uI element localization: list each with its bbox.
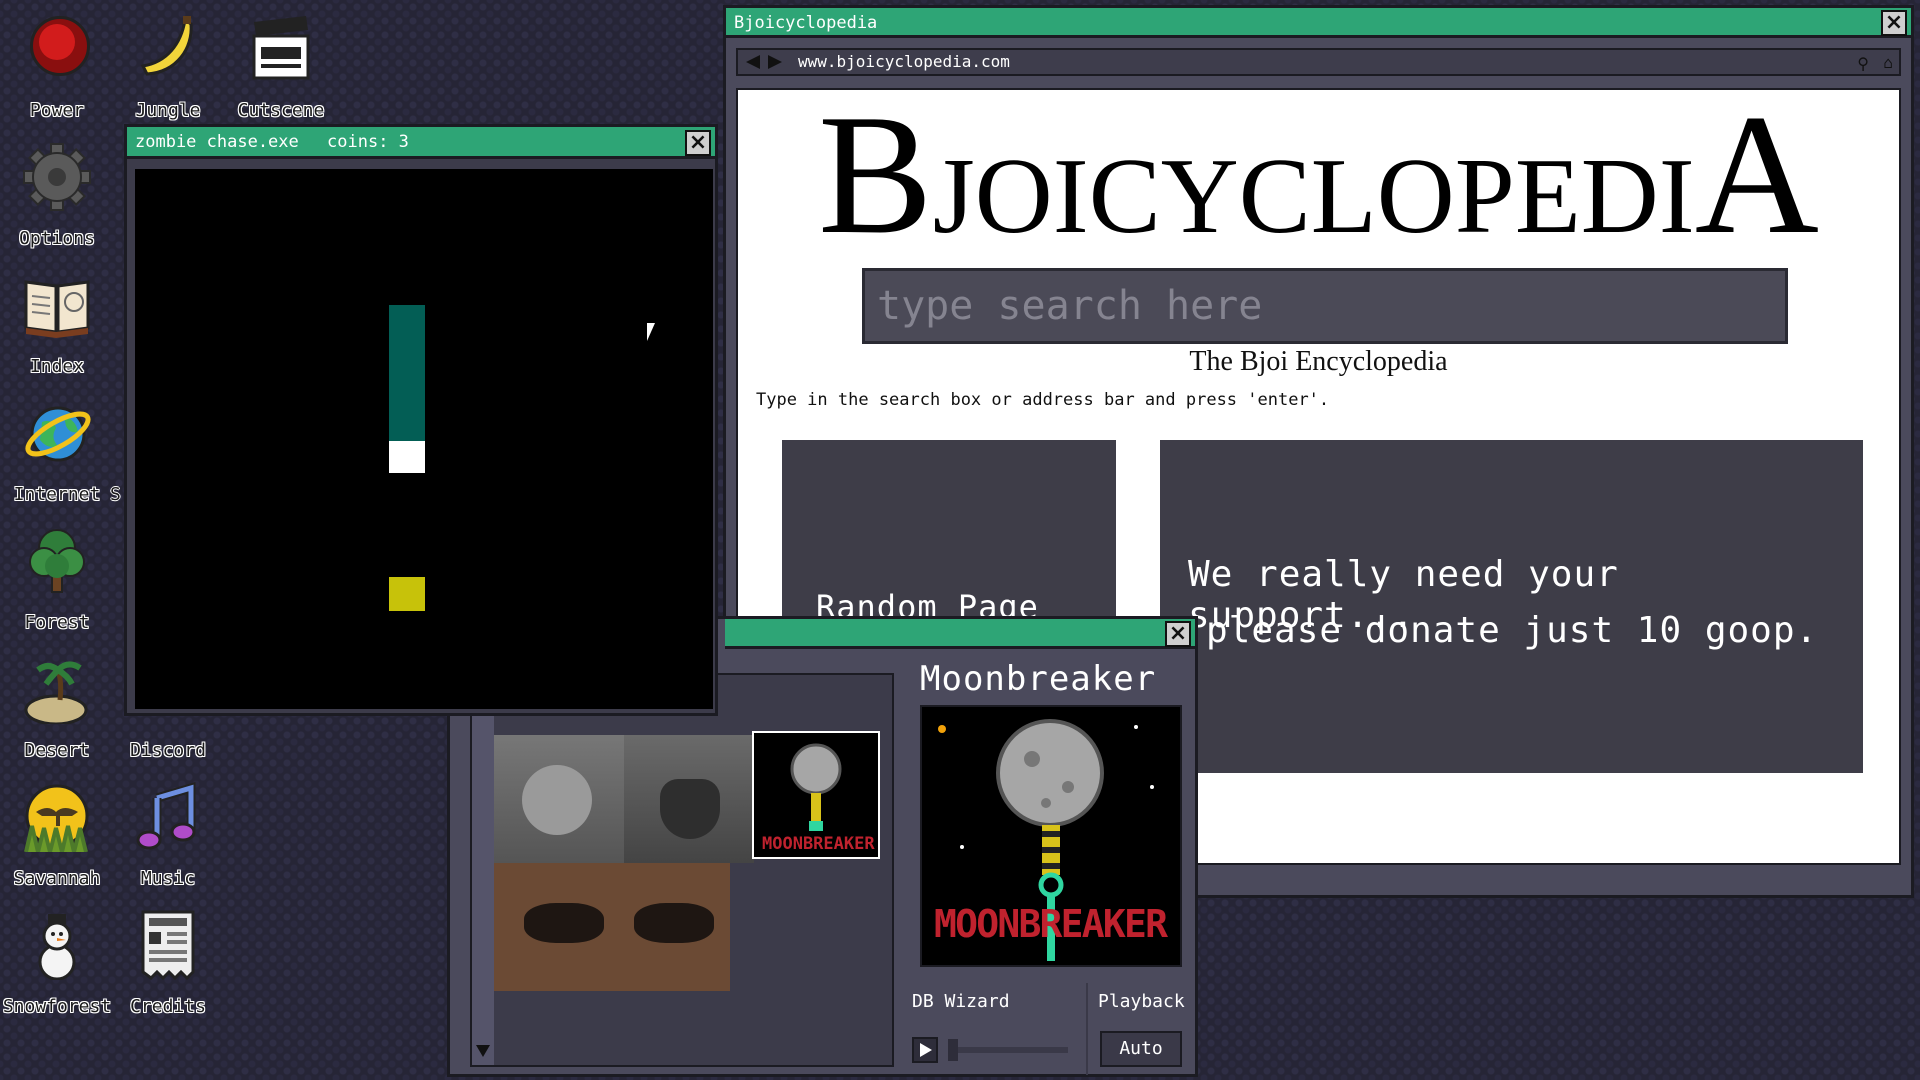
playback-divider <box>1086 983 1088 1075</box>
desktop-icon-snowforest[interactable]: Snowforest <box>2 910 112 1017</box>
browser-close-button[interactable]: × <box>1881 10 1907 36</box>
desktop-icon-label: Savannah <box>13 868 101 889</box>
playback-label: Playback <box>1098 991 1185 1012</box>
volume-slider-handle[interactable] <box>948 1039 958 1061</box>
url-field[interactable]: www.bjoicyclopedia.com <box>798 50 1010 74</box>
mouse-cursor-icon <box>647 323 655 341</box>
browser-titlebar[interactable]: Bjoicyclopedia <box>726 8 1911 38</box>
coin <box>389 577 425 611</box>
desktop-icon-label: Index <box>29 356 85 377</box>
game-window: zombie chase.exe coins: 3 × <box>124 124 718 716</box>
desktop-icon-power[interactable]: Power <box>2 14 112 121</box>
logo-first-letter: B <box>818 88 933 270</box>
game-titlebar[interactable]: zombie chase.exe coins: 3 <box>127 127 715 159</box>
gear-icon <box>22 142 92 212</box>
desktop-icon-options[interactable]: Options <box>2 142 112 249</box>
savannah-sun-icon <box>22 782 92 853</box>
browser-title: Bjoicyclopedia <box>734 13 878 33</box>
desktop-icon-index[interactable]: Index <box>2 270 112 377</box>
desktop-icon-label: Music <box>140 868 196 889</box>
site-logo: BJOICYCLOPEDIA <box>738 90 1899 272</box>
back-arrow-icon[interactable] <box>746 55 760 69</box>
desktop-icon-label: Desert <box>24 740 90 761</box>
desktop-icon-forest[interactable]: Forest <box>2 526 112 633</box>
desktop-icon-music[interactable]: Music <box>113 781 223 889</box>
search-input[interactable] <box>865 271 1785 341</box>
desktop-icon-internet[interactable]: Internet <box>2 398 112 505</box>
desktop-icon-label: Forest <box>24 612 90 633</box>
tree-icon <box>22 526 92 596</box>
desktop-icon-savannah[interactable]: Savannah <box>2 782 112 889</box>
play-icon <box>920 1043 932 1057</box>
desktop-icon-jungle[interactable]: Jungle <box>113 14 223 121</box>
book-icon <box>22 270 92 340</box>
island-icon <box>22 654 92 726</box>
play-button[interactable] <box>912 1037 938 1063</box>
album-tile[interactable] <box>494 735 624 863</box>
album-tile[interactable] <box>494 863 624 991</box>
desktop-icon-desert[interactable]: Desert <box>2 654 112 761</box>
game-close-button[interactable]: × <box>685 130 711 156</box>
support-line-2: please donate just 10 goop. <box>1206 610 1819 651</box>
globe-icon <box>22 398 92 468</box>
volume-slider[interactable] <box>948 1039 1068 1061</box>
logo-middle: JOICYCLOPEDI <box>932 137 1695 256</box>
album-tile-selected[interactable]: MOONBREAKER <box>752 731 880 859</box>
scroll-down-arrow-icon[interactable] <box>476 1045 490 1057</box>
desktop-icon-label: Internet <box>13 484 101 505</box>
snowman-icon <box>22 910 92 981</box>
coins-counter: coins: 3 <box>327 132 409 152</box>
album-tile-text: MOONBREAKER <box>762 834 875 854</box>
album-list: MOONBREAKER <box>470 673 894 1067</box>
music-titlebar[interactable] <box>725 619 1195 649</box>
home-icon[interactable]: ⌂ <box>1883 51 1893 75</box>
game-canvas[interactable] <box>135 169 713 709</box>
zombie-head <box>389 441 425 473</box>
music-close-button[interactable]: × <box>1165 621 1191 647</box>
list-scrollbar[interactable] <box>472 675 494 1065</box>
game-title: zombie chase.exe <box>135 132 299 152</box>
desktop-icon-label: Cutscene <box>237 100 325 121</box>
clapperboard-icon <box>246 14 316 84</box>
power-icon <box>22 14 92 84</box>
desktop-icon-label: Credits <box>130 996 206 1017</box>
music-note-icon <box>133 781 203 852</box>
album-tile[interactable] <box>624 735 754 863</box>
credits-receipt-icon <box>133 910 203 981</box>
search-icon[interactable]: ⚲ <box>1857 52 1869 76</box>
desktop-icon-label: Options <box>19 228 95 249</box>
album-tile[interactable] <box>624 863 730 991</box>
banana-icon <box>133 14 203 84</box>
search-box <box>862 268 1788 344</box>
track-title: Moonbreaker <box>920 659 1157 699</box>
playback-mode-label: Auto <box>1119 1038 1163 1059</box>
album-art-text: MOONBREAKER <box>934 902 1168 946</box>
album-art: MOONBREAKER <box>920 705 1182 967</box>
logo-last-letter: A <box>1694 88 1819 270</box>
desktop-icon-label: Snowforest <box>2 996 112 1017</box>
desktop-icon-label: Jungle <box>135 100 201 121</box>
forward-arrow-icon[interactable] <box>768 55 782 69</box>
desktop-icon-label: Discord <box>130 740 206 761</box>
playback-mode-button[interactable]: Auto <box>1100 1031 1182 1067</box>
support-banner: We really need your support... please do… <box>1160 440 1863 773</box>
instructions-text: Type in the search box or address bar an… <box>756 390 1330 410</box>
desktop-icon-credits[interactable]: Credits <box>113 910 223 1017</box>
desktop-icon-label: Power <box>29 100 85 121</box>
site-subtitle: The Bjoi Encyclopedia <box>1189 346 1448 377</box>
address-bar: www.bjoicyclopedia.com ⚲ ⌂ <box>736 48 1901 76</box>
desktop-icon-cutscene[interactable]: Cutscene <box>226 14 336 121</box>
track-artist: DB Wizard <box>912 991 1010 1012</box>
desktop-partial-label: S <box>110 484 121 505</box>
zombie-body <box>389 305 425 441</box>
